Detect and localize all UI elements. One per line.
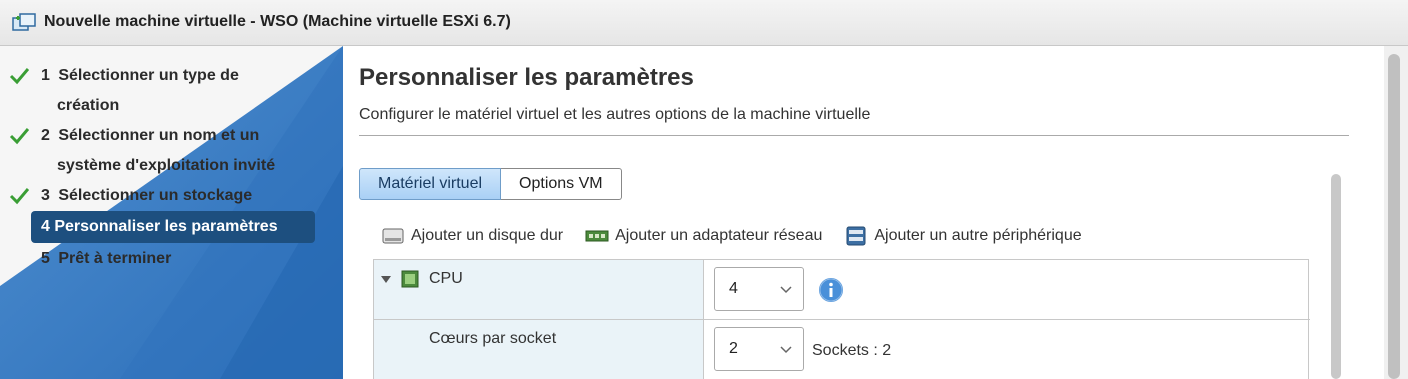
step-4-active: 4 Personnaliser les paramètres <box>31 211 315 243</box>
title-bar: Nouvelle machine virtuelle - WSO (Machin… <box>0 0 1408 46</box>
page-subtitle: Configurer le matériel virtuel et les au… <box>359 106 871 123</box>
collapse-triangle-icon[interactable] <box>380 274 392 284</box>
wizard-steps-panel: 1 Sélectionner un type de création 2 Sél… <box>0 46 343 379</box>
checkmark-icon <box>9 128 29 145</box>
cores-per-socket-select[interactable]: 2 <box>714 327 804 371</box>
scrollbar-thumb[interactable] <box>1388 54 1400 379</box>
network-adapter-icon <box>585 230 609 242</box>
checkmark-icon <box>9 68 29 85</box>
step-5: 5 Prêt à terminer <box>41 250 172 267</box>
add-network-adapter-button[interactable]: Ajouter un adaptateur réseau <box>585 226 822 246</box>
cores-per-socket-label: Cœurs par socket <box>429 330 557 347</box>
step-1: 1 Sélectionner un type de <box>9 61 239 91</box>
hardware-grid: CPU 4 Cœurs par socket 2 Sockets : 2 <box>373 259 1310 379</box>
tab-vm-options[interactable]: Options VM <box>501 168 622 200</box>
step-1-line2: création <box>57 97 120 114</box>
add-hard-disk-button[interactable]: Ajouter un disque dur <box>381 226 563 246</box>
window-title: Nouvelle machine virtuelle - WSO (Machin… <box>44 13 511 30</box>
wizard-vm-icon <box>12 13 36 31</box>
chevron-down-icon <box>780 346 792 354</box>
tab-virtual-hardware[interactable]: Matériel virtuel <box>359 168 502 200</box>
cpu-label: CPU <box>429 270 463 287</box>
divider <box>359 135 1349 136</box>
checkmark-icon <box>9 188 29 205</box>
device-icon <box>846 226 866 246</box>
add-other-device-button[interactable]: Ajouter un autre périphérique <box>844 226 1082 246</box>
sockets-value: Sockets : 2 <box>812 342 892 359</box>
main-content: Personnaliser les paramètres Configurer … <box>343 46 1408 379</box>
cores-label-cell <box>374 320 704 379</box>
hardware-toolbar: Ajouter un disque dur Ajouter un adaptat… <box>381 226 1082 246</box>
page-title: Personnaliser les paramètres <box>359 64 694 91</box>
chevron-down-icon <box>780 286 792 294</box>
cpu-chip-icon <box>401 270 419 288</box>
tab-bar: Matériel virtuel Options VM <box>359 168 622 200</box>
cpu-count-select[interactable]: 4 <box>714 267 804 311</box>
step-2-line2: système d'exploitation invité <box>57 157 276 174</box>
info-icon[interactable] <box>818 277 844 303</box>
step-3: 3 Sélectionner un stockage <box>9 181 252 211</box>
step-2: 2 Sélectionner un nom et un <box>9 121 259 151</box>
hard-disk-icon <box>382 228 404 244</box>
inner-scrollbar[interactable] <box>1331 174 1341 379</box>
table-row-cpu: CPU 4 <box>374 260 1310 320</box>
cpu-label-cell: CPU <box>374 260 704 319</box>
